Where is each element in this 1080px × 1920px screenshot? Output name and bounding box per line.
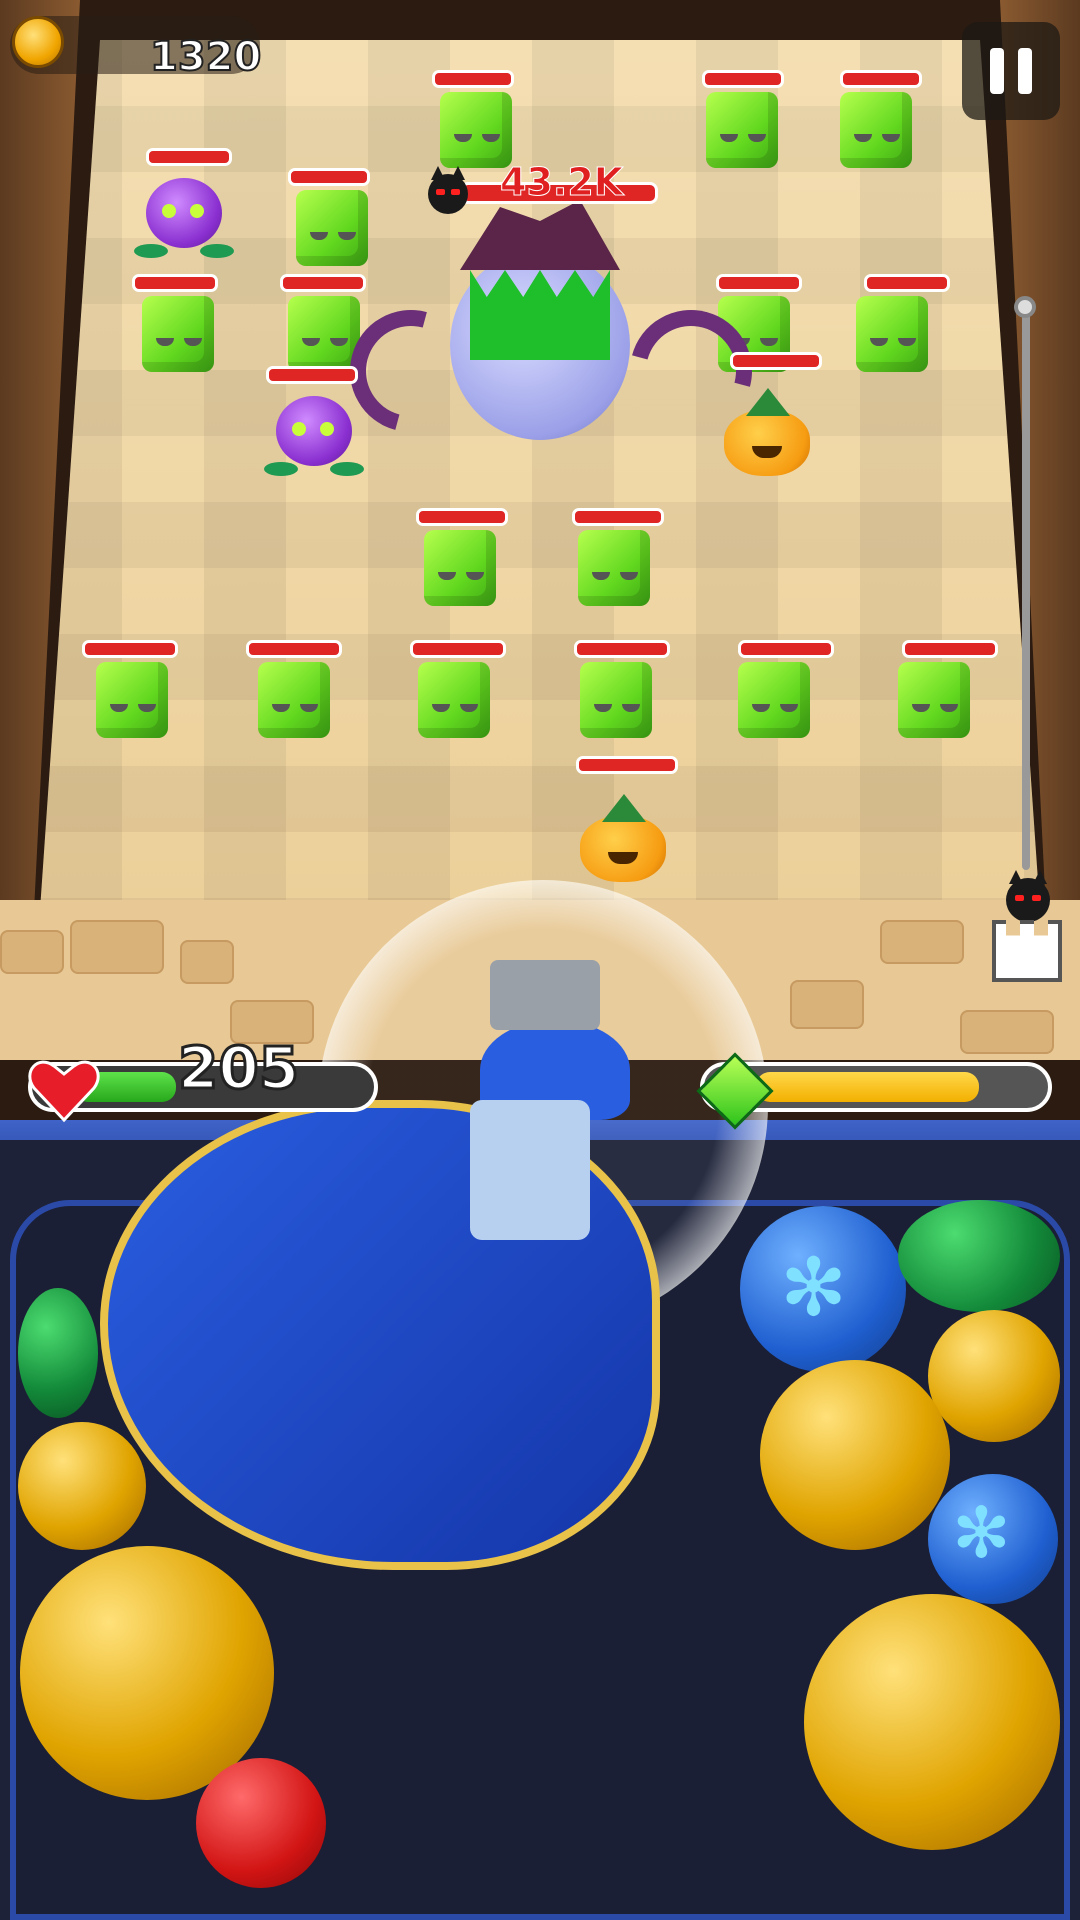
cube-body <box>258 662 330 738</box>
cube-body <box>440 92 512 168</box>
enemy-hp-bar <box>288 168 370 186</box>
stone <box>960 1010 1054 1054</box>
enemy-hp-bar <box>432 70 514 88</box>
cube-body <box>424 530 496 606</box>
devil-icon <box>428 166 468 214</box>
cube-body <box>898 662 970 738</box>
purple-plant-body <box>264 396 364 476</box>
pumpkin-body <box>724 388 810 476</box>
green-ball <box>898 1200 1060 1312</box>
enemy-hp-bar <box>864 274 950 292</box>
enemy-hp-bar <box>82 640 178 658</box>
stone <box>70 920 164 974</box>
hero-body <box>470 1100 590 1240</box>
coin-counter: 1320 <box>10 16 262 81</box>
enemy-hp-bar <box>280 274 366 292</box>
wave-progress-start <box>1014 296 1036 318</box>
enemy-hp-bar <box>246 640 342 658</box>
pause-button[interactable] <box>962 22 1060 120</box>
enemy-hp-bar <box>416 508 508 526</box>
enemy-hp-bar <box>572 508 664 526</box>
stone <box>0 930 64 974</box>
enemy-hp-bar <box>576 756 678 774</box>
game-scene: 1320 43.2K ✻ ✻ 205 <box>0 0 1080 1920</box>
heart-icon <box>28 1060 100 1123</box>
coin-icon <box>12 16 64 68</box>
cube-body <box>580 662 652 738</box>
ice-ball: ✻ <box>928 1474 1058 1604</box>
enemy-hp-bar <box>840 70 922 88</box>
purple-plant-body <box>134 178 234 258</box>
crossbow-launcher[interactable] <box>490 960 600 1030</box>
pumpkin-body <box>580 794 666 882</box>
pause-icon <box>990 48 1004 94</box>
health-value: 205 <box>176 1033 300 1104</box>
enemy-hp-bar <box>574 640 670 658</box>
pause-icon <box>1018 48 1032 94</box>
enemy-hp-bar <box>730 352 822 370</box>
enemy-hp-bar <box>738 640 834 658</box>
cube-body <box>142 296 214 372</box>
cube-body <box>288 296 360 372</box>
gold-ball <box>804 1594 1060 1850</box>
cube-body <box>856 296 928 372</box>
stone <box>880 920 964 964</box>
devil-icon <box>1006 870 1050 922</box>
wave-progress-rail <box>1022 300 1030 870</box>
boss-damage-label: 43.2K <box>499 160 624 205</box>
stone <box>180 940 234 984</box>
castle-icon <box>992 920 1062 982</box>
enemy-hp-bar <box>266 366 358 384</box>
energy-bar-fill <box>756 1072 979 1102</box>
enemy-hp-bar <box>146 148 232 166</box>
enemy-hp-bar <box>410 640 506 658</box>
gold-ball <box>928 1310 1060 1442</box>
cube-body <box>706 92 778 168</box>
cube-body <box>578 530 650 606</box>
cube-body <box>96 662 168 738</box>
stone <box>790 980 864 1029</box>
cube-body <box>418 662 490 738</box>
boss-enemy <box>327 200 775 460</box>
coin-count: 1320 <box>149 33 262 81</box>
cube-body <box>840 92 912 168</box>
cube-body <box>738 662 810 738</box>
boss-hat <box>460 200 620 270</box>
enemy-hp-bar <box>132 274 218 292</box>
enemy-hp-bar <box>716 274 802 292</box>
red-ball <box>196 1758 326 1888</box>
enemy-hp-bar <box>702 70 784 88</box>
cube-body <box>296 190 368 266</box>
enemy-hp-bar <box>902 640 998 658</box>
